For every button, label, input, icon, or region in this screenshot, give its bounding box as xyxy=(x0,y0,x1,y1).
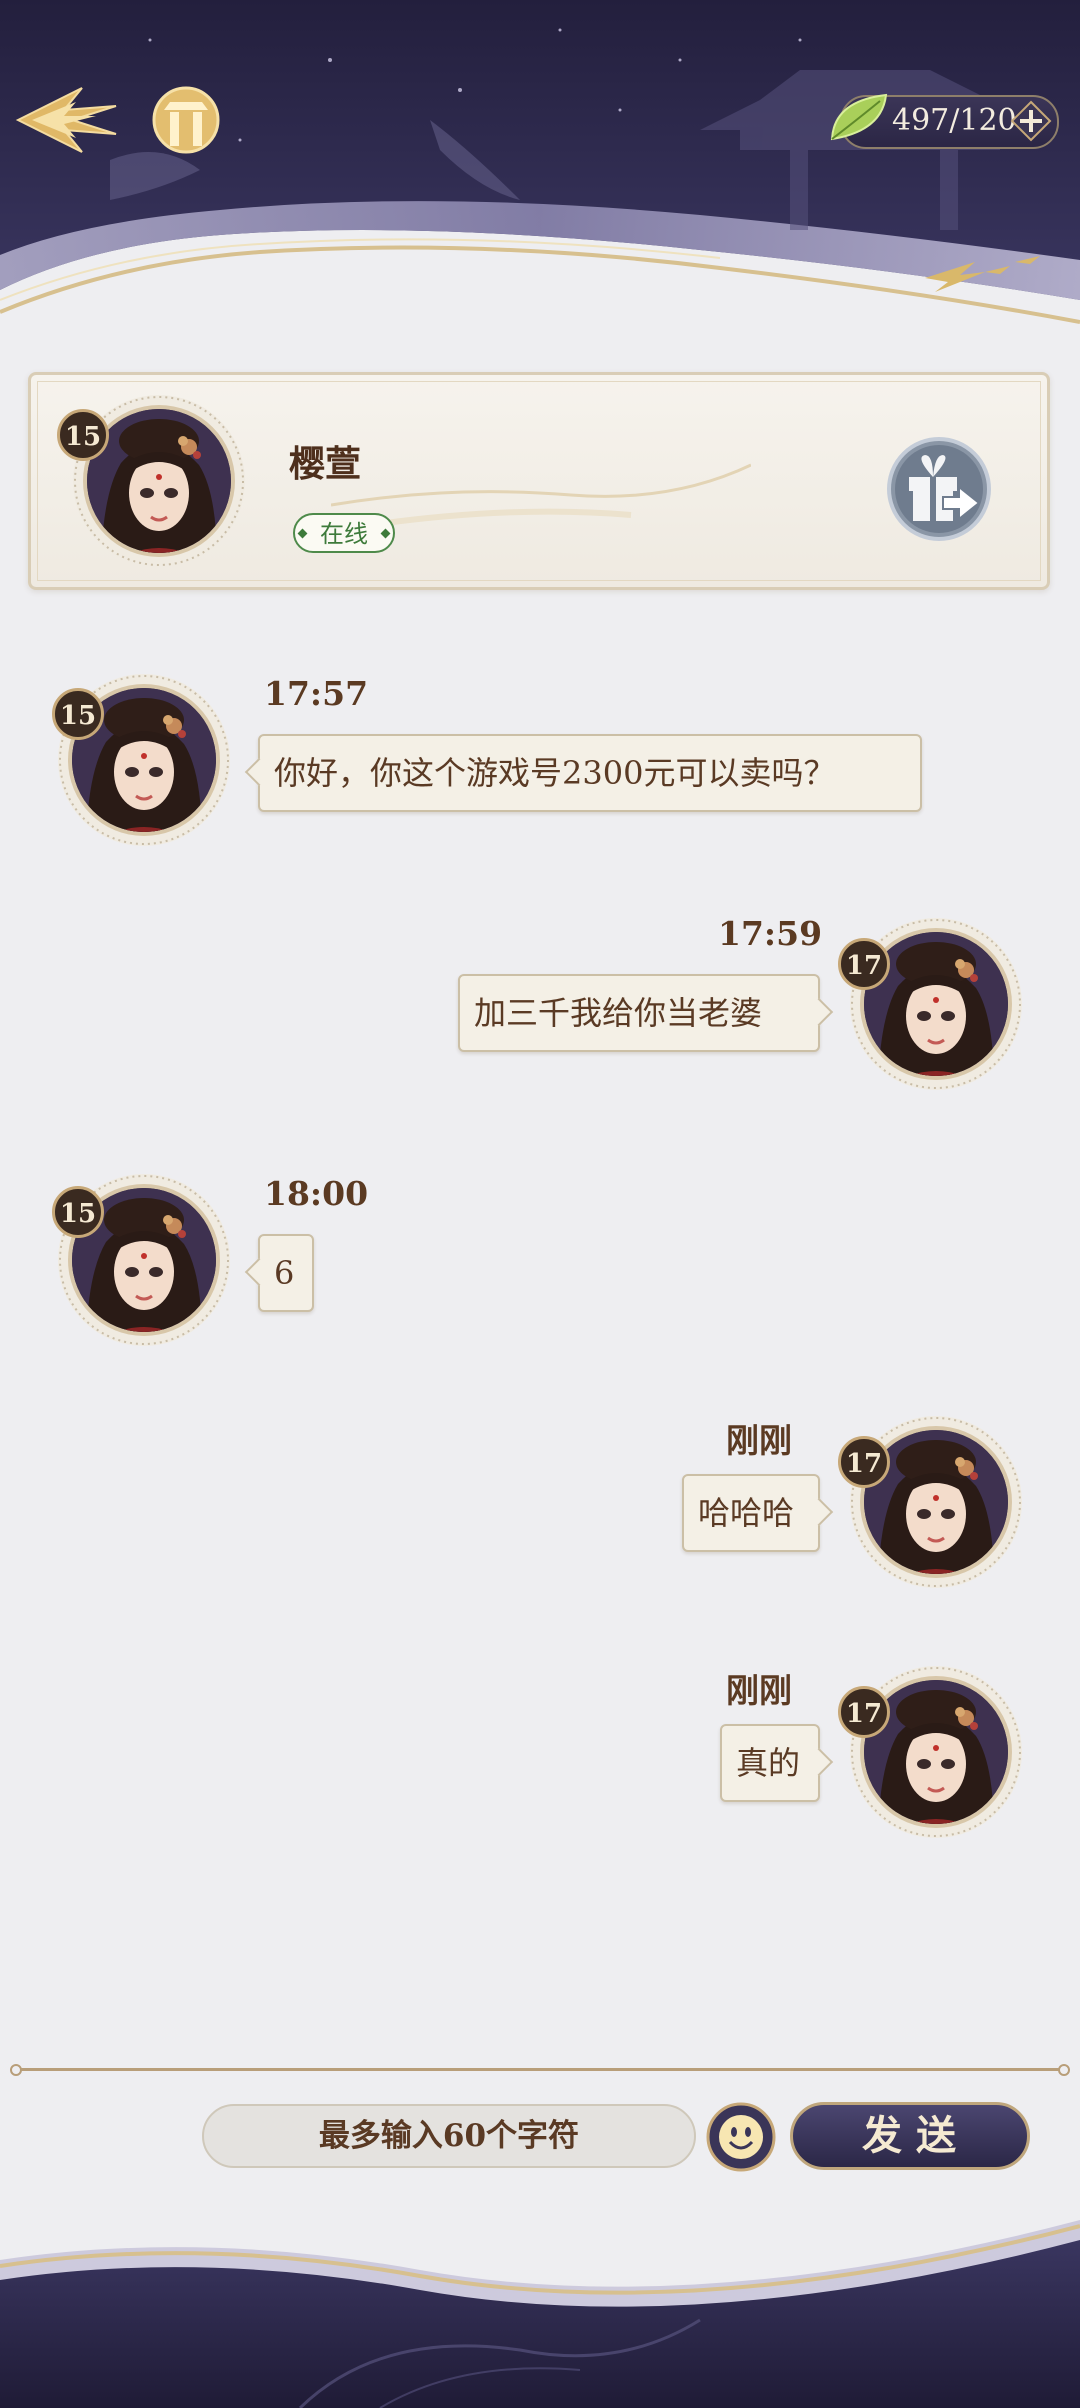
message-time: 17:59 xyxy=(718,914,823,953)
currency-amount: 497/120 xyxy=(892,103,1017,138)
message-time: 18:00 xyxy=(264,1174,369,1213)
message-text: 你好，你这个游戏号2300元可以卖吗？ xyxy=(274,754,836,792)
status-badge: 在线 xyxy=(293,513,395,553)
message-time: 17:57 xyxy=(264,674,369,713)
send-button[interactable]: 发送 xyxy=(790,2102,1030,2170)
contact-name: 樱萱 xyxy=(289,443,362,485)
header-background xyxy=(0,0,1080,340)
gift-send-icon[interactable] xyxy=(885,435,993,543)
level-badge: 15 xyxy=(57,409,109,461)
message-time: 刚刚 xyxy=(726,1421,792,1460)
emoji-icon[interactable] xyxy=(706,2102,776,2172)
card-swirl xyxy=(331,463,751,528)
status-dot-left xyxy=(297,528,308,539)
message-time: 刚刚 xyxy=(726,1671,792,1710)
message-text: 哈哈哈 xyxy=(698,1494,795,1532)
profile-card: 15 樱萱 在线 xyxy=(28,372,1050,590)
level-badge: 15 xyxy=(52,688,104,740)
input-divider xyxy=(10,2064,1070,2076)
message-text: 6 xyxy=(274,1254,295,1292)
currency-counter: 497/120 xyxy=(830,93,1059,149)
level-badge: 17 xyxy=(838,1436,890,1488)
level-badge: 17 xyxy=(838,1686,890,1738)
chat-screen: 497/120 15 樱萱 在线 15 17:57 你好，你这个游戏号2300元… xyxy=(0,0,1080,2408)
level-badge: 17 xyxy=(838,938,890,990)
status-dot-right xyxy=(380,528,391,539)
message-bubble[interactable]: 加三千我给你当老婆 xyxy=(458,974,820,1052)
message-text: 真的 xyxy=(736,1744,801,1782)
level-badge: 15 xyxy=(52,1186,104,1238)
footer-background xyxy=(0,2220,1080,2408)
message-bubble[interactable]: 6 xyxy=(258,1234,314,1312)
message-text: 加三千我给你当老婆 xyxy=(474,994,763,1032)
message-bubble[interactable]: 你好，你这个游戏号2300元可以卖吗？ xyxy=(258,734,922,812)
back-arrow-icon[interactable] xyxy=(12,80,122,160)
message-bubble[interactable]: 哈哈哈 xyxy=(682,1474,820,1552)
home-icon[interactable] xyxy=(150,82,222,158)
chat-input[interactable] xyxy=(202,2104,696,2168)
leaf-icon xyxy=(830,93,888,141)
message-bubble[interactable]: 真的 xyxy=(720,1724,820,1802)
plus-icon[interactable] xyxy=(1010,100,1052,142)
status-text: 在线 xyxy=(320,520,368,548)
